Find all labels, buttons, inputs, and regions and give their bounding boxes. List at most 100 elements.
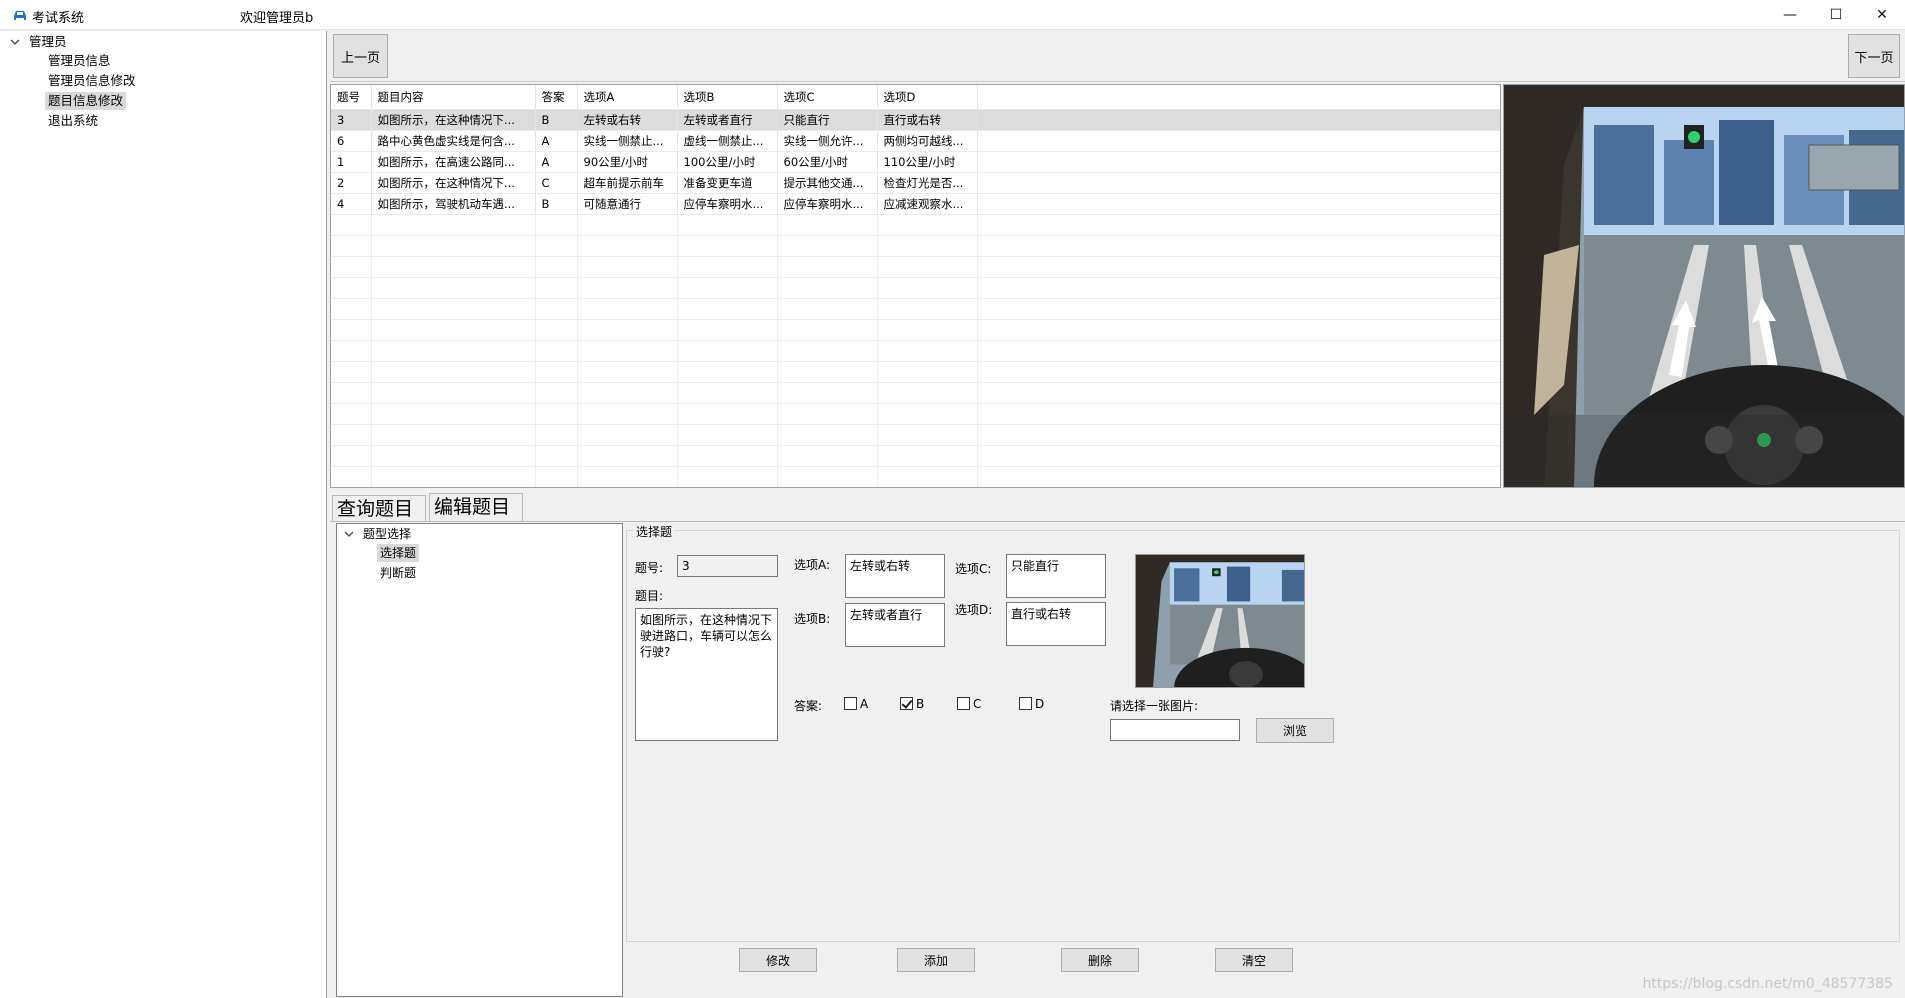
table-cell[interactable]: 可随意通行 xyxy=(577,193,678,215)
table-cell[interactable]: 如图所示，在这种情况下... xyxy=(371,109,536,131)
empty-cell xyxy=(371,424,536,446)
table-cell[interactable]: 110公里/小时 xyxy=(877,151,978,173)
answer-checkbox-d[interactable] xyxy=(1019,697,1032,710)
nav-item-admin-info[interactable]: 管理员信息 xyxy=(45,52,114,70)
prev-page-button[interactable]: 上一页 xyxy=(333,34,388,78)
table-cell[interactable]: 实线一侧允许... xyxy=(777,130,878,152)
image-path-field[interactable] xyxy=(1110,719,1240,741)
option-a-field[interactable]: 左转或右转 xyxy=(845,554,945,598)
tab-query[interactable]: 查询题目 xyxy=(332,495,426,521)
table-cell[interactable]: B xyxy=(535,193,578,215)
modify-button[interactable]: 修改 xyxy=(739,948,817,972)
table-cell[interactable]: 直行或右转 xyxy=(877,109,978,131)
table-cell[interactable]: 路中心黄色虚实线是何含... xyxy=(371,130,536,152)
number-field[interactable]: 3 xyxy=(677,555,778,577)
table-cell[interactable]: 只能直行 xyxy=(777,109,878,131)
tab-divider xyxy=(330,521,1905,522)
empty-cell xyxy=(877,382,978,404)
column-header[interactable]: 选项C xyxy=(777,85,878,110)
nav-root-admin[interactable]: 管理员 xyxy=(26,33,70,51)
option-b-field[interactable]: 左转或者直行 xyxy=(845,603,945,647)
table-cell[interactable]: 2 xyxy=(331,172,372,194)
option-c-label: 选项C: xyxy=(955,562,992,576)
table-cell[interactable]: C xyxy=(535,172,578,194)
add-button[interactable]: 添加 xyxy=(897,948,975,972)
option-c-field[interactable]: 只能直行 xyxy=(1006,554,1106,598)
table-cell[interactable]: 提示其他交通... xyxy=(777,172,878,194)
answer-option-label[interactable]: D xyxy=(1035,697,1044,711)
nav-item-exit[interactable]: 退出系统 xyxy=(45,112,101,130)
empty-cell xyxy=(535,382,578,404)
table-cell[interactable]: 应停车察明水... xyxy=(777,193,878,215)
tab-edit[interactable]: 编辑题目 xyxy=(429,493,523,521)
table-cell[interactable]: 如图所示，在高速公路同... xyxy=(371,151,536,173)
table-cell[interactable]: A xyxy=(535,130,578,152)
answer-checkbox-c[interactable] xyxy=(957,697,970,710)
option-d-field[interactable]: 直行或右转 xyxy=(1006,602,1106,646)
empty-cell xyxy=(977,235,1500,257)
type-item-judge[interactable]: 判断题 xyxy=(377,564,419,582)
column-header[interactable]: 题号 xyxy=(331,85,372,110)
type-item-choice[interactable]: 选择题 xyxy=(377,544,420,562)
type-tree-root[interactable]: 题型选择 xyxy=(360,525,414,543)
table-cell[interactable]: 虚线一侧禁止... xyxy=(677,130,778,152)
close-button[interactable]: ✕ xyxy=(1859,0,1905,30)
column-header[interactable]: 答案 xyxy=(535,85,578,110)
table-cell[interactable]: 3 xyxy=(331,109,372,131)
table-cell[interactable]: 100公里/小时 xyxy=(677,151,778,173)
table-cell[interactable]: 应停车察明水... xyxy=(677,193,778,215)
empty-cell xyxy=(535,361,578,383)
maximize-button[interactable]: ☐ xyxy=(1813,0,1859,30)
table-cell[interactable]: 检查灯光是否... xyxy=(877,172,978,194)
chevron-down-icon[interactable] xyxy=(343,528,355,540)
table-row[interactable]: 1 如图所示，在高速公路同... A 90公里/小时 100公里/小时 60公里/小时 11… xyxy=(331,151,1500,173)
column-header[interactable]: 选项B xyxy=(677,85,778,110)
column-header[interactable]: 选项A xyxy=(577,85,678,110)
empty-cell xyxy=(977,424,1500,446)
nav-item-admin-edit[interactable]: 管理员信息修改 xyxy=(45,72,139,90)
table-cell[interactable]: 如图所示，驾驶机动车遇... xyxy=(371,193,536,215)
question-grid[interactable]: 题号 题目内容 答案 选项A 选项B 选项C 选项D 3 如图所示，在这种情况下.… xyxy=(330,84,1501,488)
answer-checkbox-b[interactable] xyxy=(900,697,913,710)
table-cell[interactable]: 6 xyxy=(331,130,372,152)
empty-cell xyxy=(977,361,1500,383)
empty-cell xyxy=(577,235,678,257)
empty-cell xyxy=(331,319,372,341)
table-cell[interactable]: 如图所示，在这种情况下... xyxy=(371,172,536,194)
delete-button[interactable]: 删除 xyxy=(1061,948,1139,972)
answer-option-label[interactable]: B xyxy=(916,697,924,711)
table-cell[interactable]: 90公里/小时 xyxy=(577,151,678,173)
table-cell[interactable]: 准备变更车道 xyxy=(677,172,778,194)
answer-option-label[interactable]: C xyxy=(973,697,981,711)
table-cell[interactable]: 实线一侧禁止... xyxy=(577,130,678,152)
table-row[interactable]: 6 路中心黄色虚实线是何含... A 实线一侧禁止... 虚线一侧禁止... 实线一侧允许… xyxy=(331,130,1500,152)
table-row[interactable]: 4 如图所示，驾驶机动车遇... B 可随意通行 应停车察明水... 应停车察明水... 应… xyxy=(331,193,1500,215)
column-header[interactable]: 选项D xyxy=(877,85,978,110)
table-cell[interactable]: 两侧均可越线... xyxy=(877,130,978,152)
table-cell[interactable]: B xyxy=(535,109,578,131)
question-textarea[interactable]: 如图所示，在这种情况下驶进路口，车辆可以怎么行驶? xyxy=(635,608,778,741)
empty-cell xyxy=(877,256,978,278)
column-header[interactable]: 题目内容 xyxy=(371,85,536,110)
table-cell[interactable]: 左转或者直行 xyxy=(677,109,778,131)
table-row[interactable]: 3 如图所示，在这种情况下... B 左转或右转 左转或者直行 只能直行 直行或右转 xyxy=(331,109,1500,131)
answer-option-label[interactable]: A xyxy=(860,697,868,711)
next-page-button[interactable]: 下一页 xyxy=(1848,34,1900,78)
empty-row xyxy=(331,466,1500,487)
table-cell[interactable]: 应减速观察水... xyxy=(877,193,978,215)
browse-button[interactable]: 浏览 xyxy=(1256,718,1334,743)
table-cell[interactable]: 60公里/小时 xyxy=(777,151,878,173)
table-row[interactable]: 2 如图所示，在这种情况下... C 超车前提示前车 准备变更车道 提示其他交通... 检查… xyxy=(331,172,1500,194)
minimize-button[interactable]: — xyxy=(1767,0,1813,30)
table-cell[interactable]: A xyxy=(535,151,578,173)
chevron-down-icon[interactable] xyxy=(9,36,21,48)
empty-cell xyxy=(677,277,778,299)
nav-item-question-edit[interactable]: 题目信息修改 xyxy=(45,92,127,110)
table-cell[interactable]: 1 xyxy=(331,151,372,173)
table-cell[interactable]: 左转或右转 xyxy=(577,109,678,131)
answer-checkbox-a[interactable] xyxy=(844,697,857,710)
table-cell[interactable]: 超车前提示前车 xyxy=(577,172,678,194)
table-cell[interactable]: 4 xyxy=(331,193,372,215)
clear-button[interactable]: 清空 xyxy=(1215,948,1293,972)
empty-cell xyxy=(977,214,1500,236)
